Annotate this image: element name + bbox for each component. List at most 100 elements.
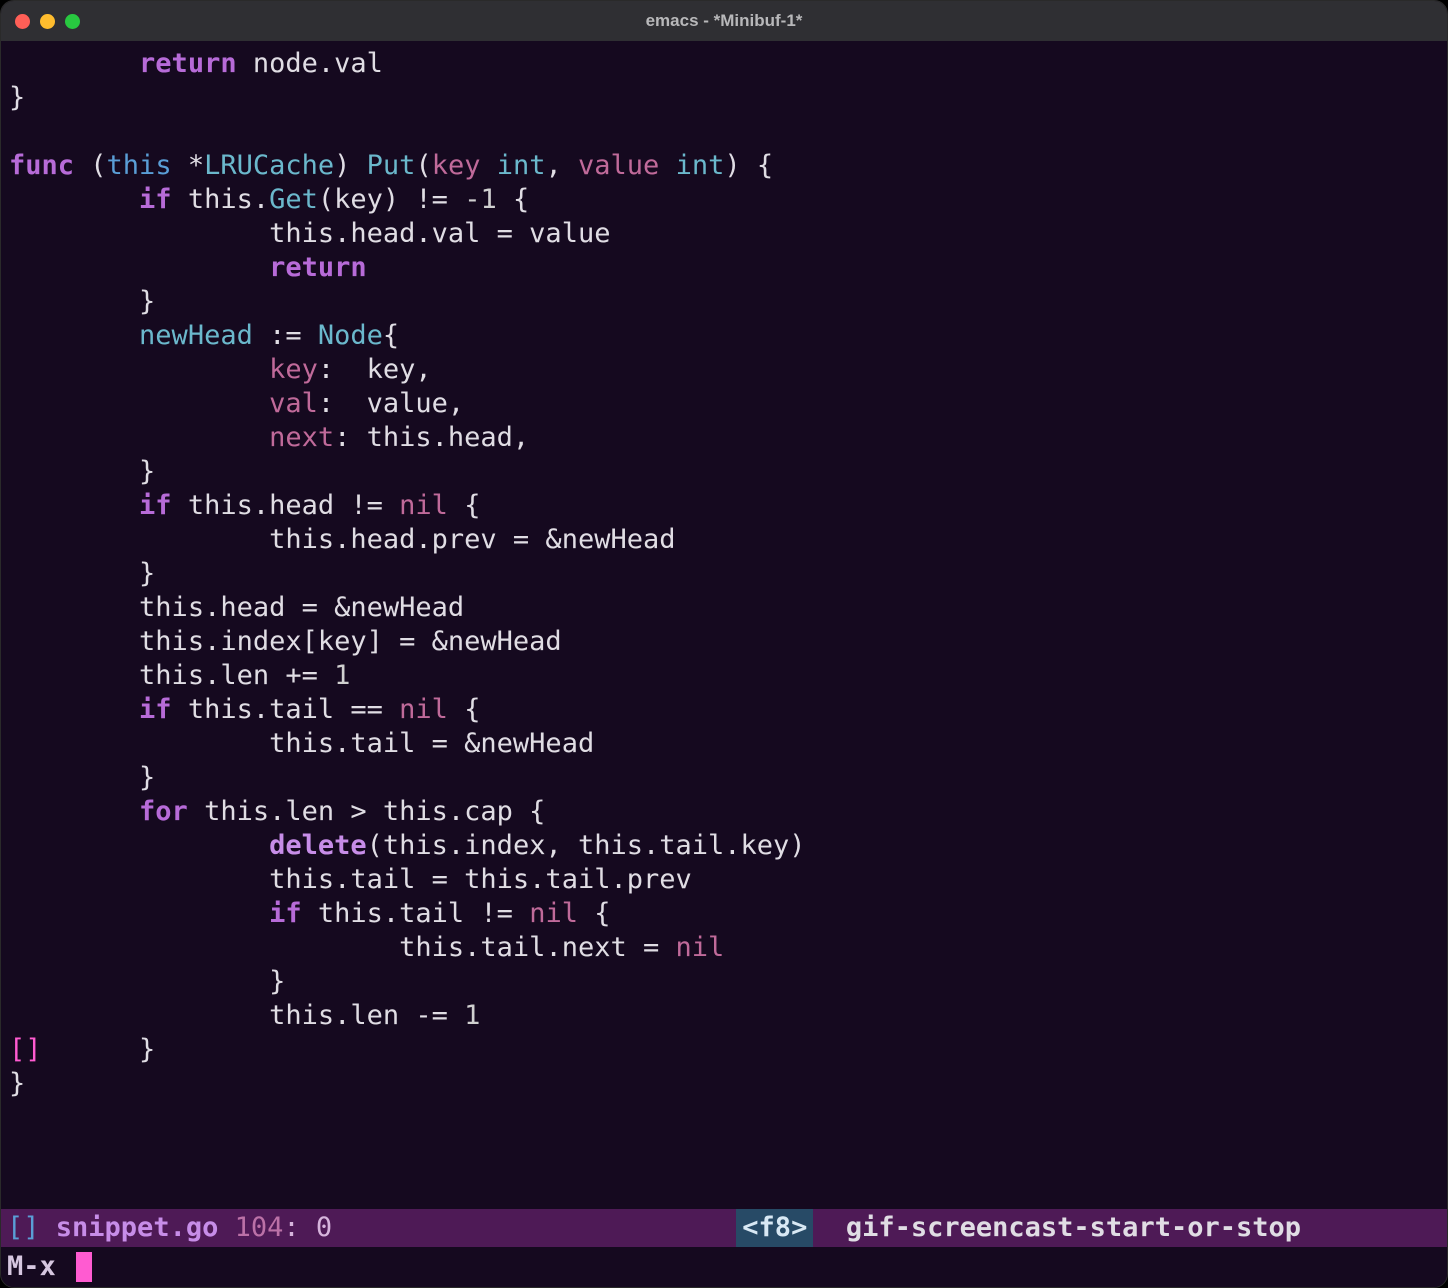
code-token: this.len > this.cap {	[204, 796, 545, 827]
code-token: (	[415, 150, 431, 181]
code-line[interactable]: this.head.prev = &newHead	[9, 523, 1439, 557]
code-token: func	[9, 150, 90, 181]
code-token: if	[269, 898, 318, 929]
code-line[interactable]: }	[9, 285, 1439, 319]
code-token: Node	[318, 320, 383, 351]
code-token: }	[42, 1034, 156, 1065]
code-line[interactable]: this.tail = &newHead	[9, 727, 1439, 761]
code-line[interactable]: [] }	[9, 1033, 1439, 1067]
code-token: nil	[675, 932, 724, 963]
code-token: this.len +=	[139, 660, 334, 691]
code-token: : value,	[318, 388, 464, 419]
modeline-brackets: []	[7, 1209, 40, 1247]
code-token: ,	[546, 150, 579, 181]
code-line[interactable]: this.len -= 1	[9, 999, 1439, 1033]
code-line[interactable]: }	[9, 965, 1439, 999]
code-token: 1	[464, 1000, 480, 1031]
code-token: return	[269, 252, 367, 283]
code-line[interactable]: return	[9, 251, 1439, 285]
code-token: (	[90, 150, 106, 181]
code-line[interactable]: return node.val	[9, 47, 1439, 81]
code-token: int	[497, 150, 546, 181]
code-token: LRUCache	[204, 150, 334, 181]
code-token: {	[497, 184, 530, 215]
code-line[interactable]: }	[9, 1067, 1439, 1101]
code-token: []	[9, 1034, 42, 1065]
modeline-col: 0	[316, 1209, 332, 1247]
code-line[interactable]: key: key,	[9, 353, 1439, 387]
code-token: 1	[334, 660, 350, 691]
code-token: this.head !=	[188, 490, 399, 521]
code-token: nil	[529, 898, 578, 929]
code-token: this.	[188, 184, 269, 215]
code-token: nil	[399, 490, 448, 521]
close-button[interactable]	[15, 14, 30, 29]
code-line[interactable]: if this.tail == nil {	[9, 693, 1439, 727]
code-token: }	[139, 558, 155, 589]
code-line[interactable]: if this.head != nil {	[9, 489, 1439, 523]
code-token: this.head = &newHead	[139, 592, 464, 623]
code-line[interactable]: this.head = &newHead	[9, 591, 1439, 625]
modeline: [] snippet.go 104 : 0 <f8> gif-screencas…	[1, 1209, 1447, 1247]
minibuffer-prompt: M-x	[7, 1247, 72, 1287]
code-line[interactable]: this.index[key] = &newHead	[9, 625, 1439, 659]
code-line[interactable]: delete(this.index, this.tail.key)	[9, 829, 1439, 863]
code-token: if	[139, 694, 188, 725]
modeline-key-badge: <f8>	[736, 1209, 813, 1247]
code-token: node.val	[253, 48, 383, 79]
code-token: this.tail !=	[318, 898, 529, 929]
maximize-button[interactable]	[65, 14, 80, 29]
code-token: Put	[367, 150, 416, 181]
minibuffer[interactable]: M-x	[1, 1247, 1447, 1287]
titlebar: emacs - *Minibuf-1*	[1, 1, 1447, 41]
code-token: if	[139, 490, 188, 521]
code-token: : this.head,	[334, 422, 529, 453]
code-token: this.tail ==	[188, 694, 399, 725]
code-token: )	[334, 150, 367, 181]
code-line[interactable]: func (this *LRUCache) Put(key int, value…	[9, 149, 1439, 183]
code-token: value	[578, 150, 676, 181]
code-token: this.tail.next =	[399, 932, 675, 963]
code-line[interactable]: newHead := Node{	[9, 319, 1439, 353]
code-token: delete	[269, 830, 367, 861]
code-token: key	[269, 354, 318, 385]
editor-area[interactable]: return node.val} func (this *LRUCache) P…	[1, 41, 1447, 1209]
minibuffer-cursor	[76, 1252, 92, 1282]
code-token: this.tail = &newHead	[269, 728, 594, 759]
code-line[interactable]: }	[9, 455, 1439, 489]
code-token: :=	[253, 320, 318, 351]
code-line[interactable]: this.len += 1	[9, 659, 1439, 693]
code-token: next	[269, 422, 334, 453]
code-token: ) {	[724, 150, 773, 181]
minimize-button[interactable]	[40, 14, 55, 29]
code-token: }	[139, 456, 155, 487]
code-token: *	[172, 150, 205, 181]
code-token: return	[139, 48, 253, 79]
code-token: }	[9, 82, 25, 113]
code-line[interactable]: if this.Get(key) != -1 {	[9, 183, 1439, 217]
code-token: }	[9, 1068, 25, 1099]
modeline-filename: snippet.go	[56, 1209, 219, 1247]
code-line[interactable]: val: value,	[9, 387, 1439, 421]
code-token: {	[578, 898, 611, 929]
code-line[interactable]: }	[9, 81, 1439, 115]
code-line[interactable]: for this.len > this.cap {	[9, 795, 1439, 829]
code-token: for	[139, 796, 204, 827]
code-line[interactable]: this.tail = this.tail.prev	[9, 863, 1439, 897]
code-token: (key) !=	[318, 184, 464, 215]
code-token: this.len -=	[269, 1000, 464, 1031]
code-line[interactable]: this.head.val = value	[9, 217, 1439, 251]
window-title: emacs - *Minibuf-1*	[1, 4, 1447, 38]
code-token: this.index[key] = &newHead	[139, 626, 562, 657]
code-token: newHead	[139, 320, 253, 351]
code-line[interactable]: next: this.head,	[9, 421, 1439, 455]
code-token: val	[269, 388, 318, 419]
code-token: this	[107, 150, 172, 181]
code-line[interactable]: }	[9, 761, 1439, 795]
code-line[interactable]: if this.tail != nil {	[9, 897, 1439, 931]
code-token: }	[139, 286, 155, 317]
code-line[interactable]	[9, 115, 1439, 149]
code-line[interactable]: this.tail.next = nil	[9, 931, 1439, 965]
code-token: : key,	[318, 354, 432, 385]
code-line[interactable]: }	[9, 557, 1439, 591]
